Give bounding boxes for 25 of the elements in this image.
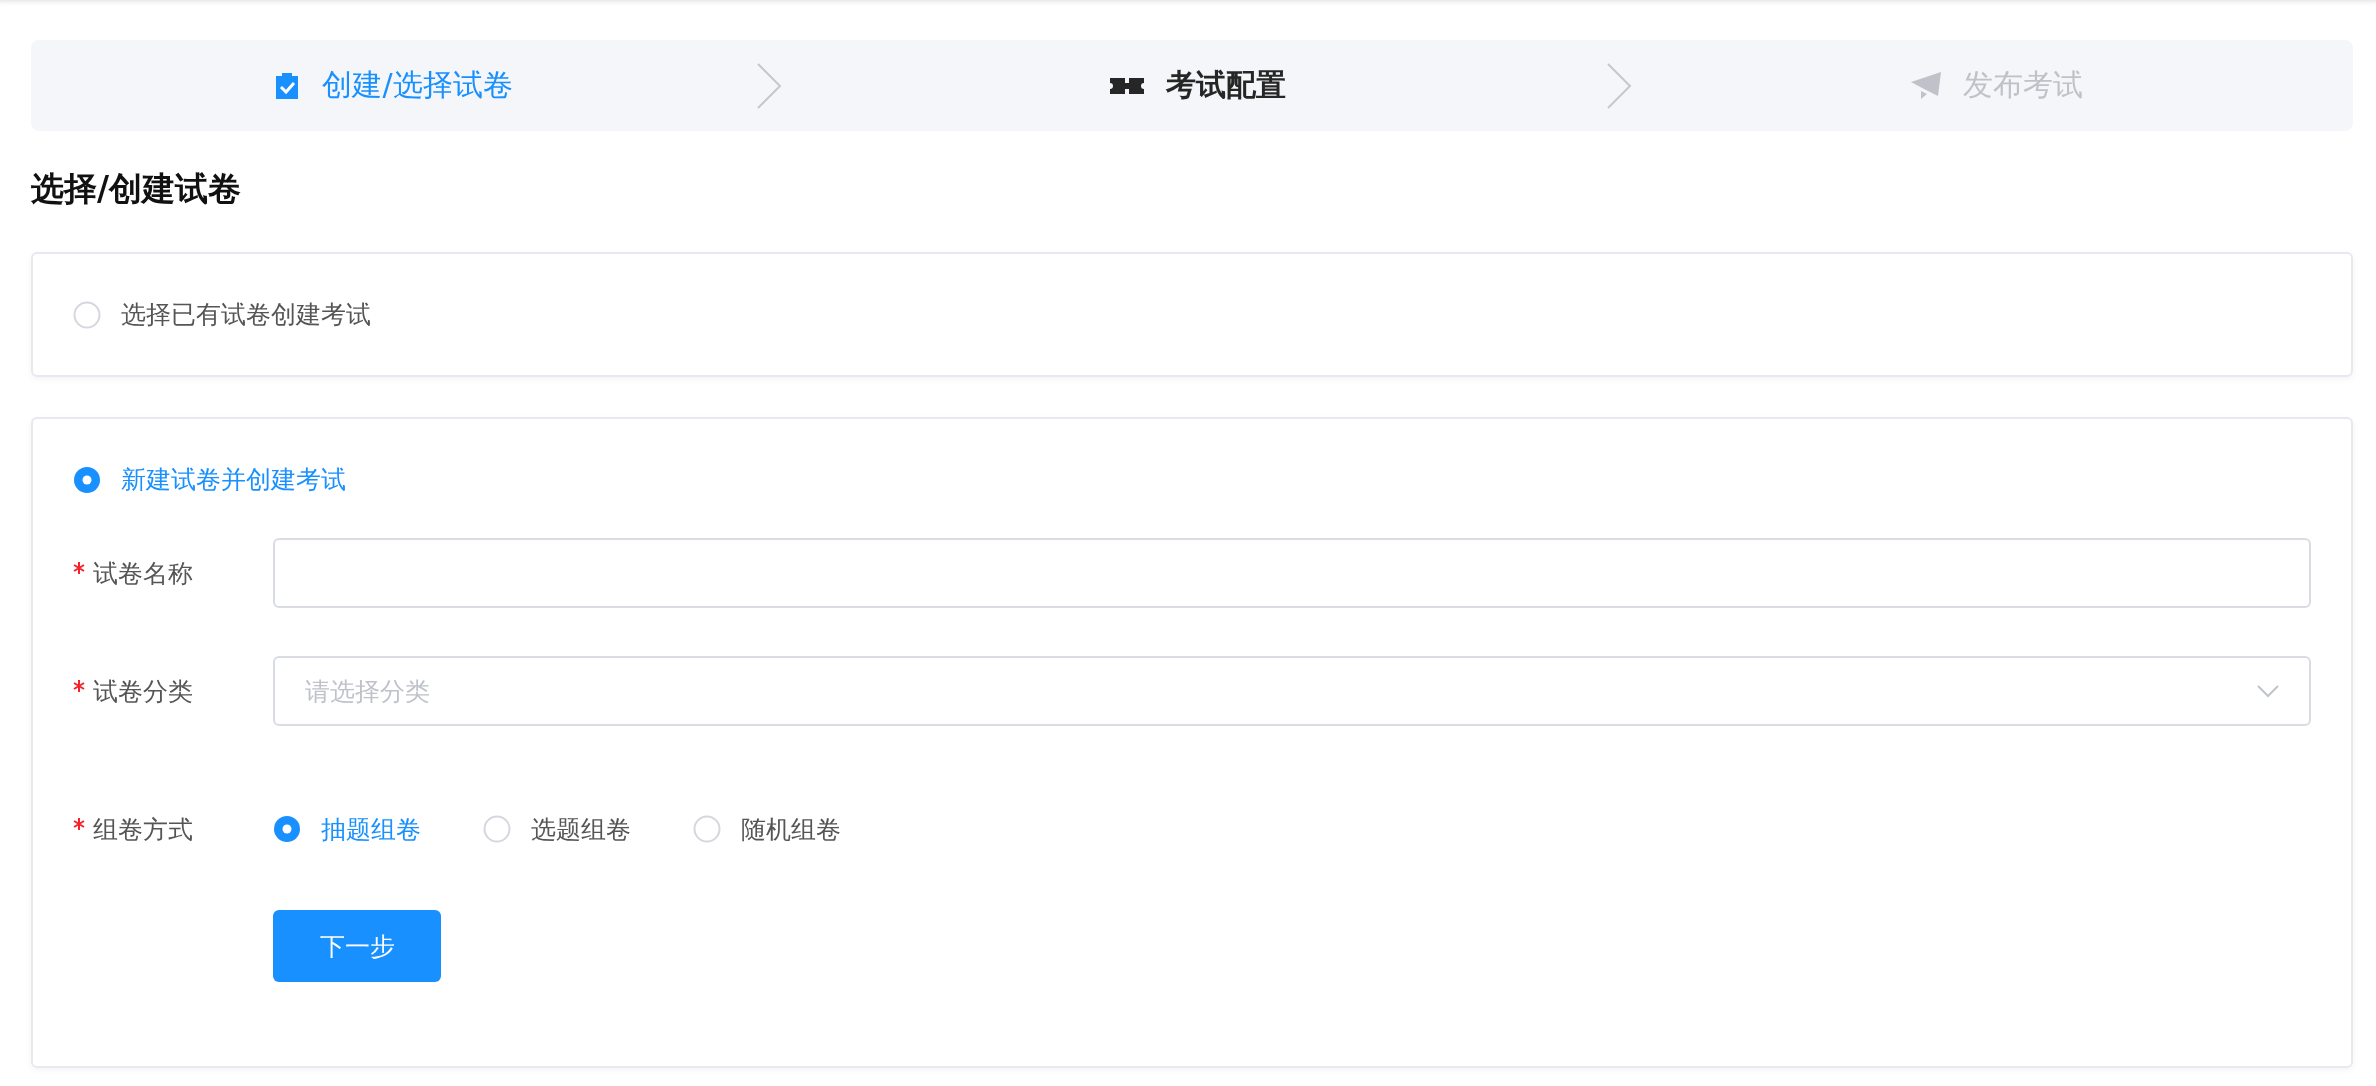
clipboard-check-icon (274, 71, 301, 100)
radio-button[interactable] (73, 300, 101, 329)
select-field[interactable]: 请选择分类 (273, 656, 2311, 726)
field-label: 试卷分类 (93, 675, 193, 708)
chevron-right-icon (1606, 62, 1632, 109)
step-label[interactable]: 考试配置 (1166, 65, 1286, 106)
input-field[interactable] (273, 538, 2311, 608)
radio-button[interactable] (273, 815, 301, 843)
radio-button[interactable] (693, 815, 721, 843)
radio-label[interactable]: 选择已有试卷创建考试 (121, 298, 371, 331)
radio-label[interactable]: 随机组卷 (741, 812, 841, 846)
next-button[interactable]: 下一步 (273, 910, 441, 982)
paper-plane-icon (1910, 71, 1941, 100)
field-label: 组卷方式 (93, 813, 193, 846)
section-title: 选择/创建试卷 (31, 168, 243, 210)
field-label: 试卷名称 (93, 557, 193, 590)
radio-button[interactable] (73, 465, 101, 494)
chevron-right-icon (756, 62, 782, 109)
placeholder: 请选择分类 (305, 675, 430, 708)
radio-label[interactable]: 选题组卷 (531, 812, 631, 846)
radio-label[interactable]: 抽题组卷 (321, 812, 421, 846)
radio-button[interactable] (483, 815, 511, 843)
step-label[interactable]: 创建/选择试卷 (322, 65, 513, 106)
radio-label[interactable]: 新建试卷并创建考试 (121, 463, 346, 496)
chevron-down-icon (2257, 684, 2279, 698)
